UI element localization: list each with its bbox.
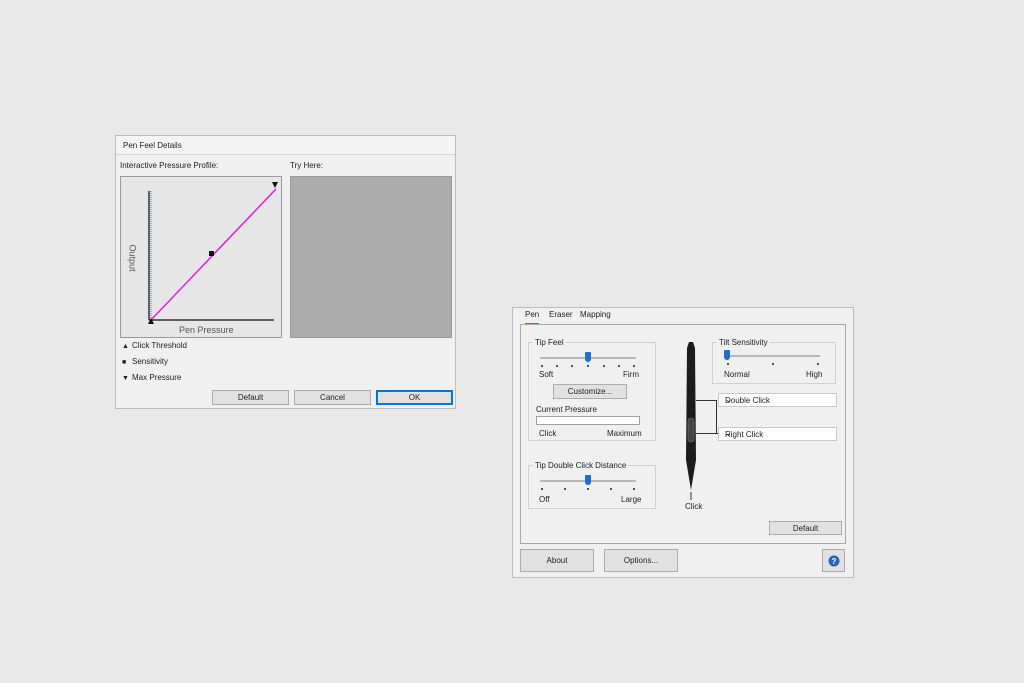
try-here-area[interactable] [290,176,452,338]
y-axis-label: Output [127,244,138,272]
chevron-down-icon: ⌄ [725,429,732,438]
slider-tick [727,363,729,365]
tilt-sensitivity-title: Tilt Sensitivity [717,338,770,347]
x-axis-label: Pen Pressure [179,325,234,335]
tab-pen[interactable]: Pen [525,310,540,325]
tip-double-click-title: Tip Double Click Distance [533,461,629,470]
default-button[interactable]: Default [212,390,289,405]
tip-feel-max-label: Firm [623,370,639,379]
slider-tick [571,365,573,367]
y-axis-label-wrap: Output [127,239,145,279]
legend-label: Sensitivity [132,357,169,366]
tilt-max-label: High [806,370,823,379]
pen-properties-window: Pen Eraser Mapping Tip Feel Soft Firm Cu… [512,307,854,578]
lower-button-leader [696,433,718,434]
try-here-label: Try Here: [290,161,324,170]
slider-tick [610,488,612,490]
slider-tick [772,363,774,365]
slider-tick [587,365,589,367]
customize-button[interactable]: Customize... [553,384,627,399]
tip-feel-slider-thumb[interactable] [585,352,591,362]
pressure-graph[interactable]: Output Pen Pressure [120,176,282,338]
tab-mapping[interactable]: Mapping [580,310,611,323]
cancel-button[interactable]: Cancel [294,390,371,405]
slider-tick [817,363,819,365]
legend-click-threshold: ▲ Click Threshold [122,341,187,350]
help-button[interactable]: ? [822,549,845,572]
double-click-min-label: Off [539,495,550,504]
pressure-curve-svg[interactable] [121,177,281,337]
sensitivity-handle[interactable] [209,251,214,256]
pen-settings-panel: Tip Feel Soft Firm Customize... Current … [520,324,846,544]
tilt-slider-track[interactable] [724,355,820,357]
triangle-up-icon: ▲ [122,343,129,350]
slider-tick [564,488,566,490]
slider-tick [633,488,635,490]
about-button[interactable]: About [520,549,594,572]
pressure-min-label: Click [539,429,557,438]
upper-button-leader-vertical [716,400,717,433]
tip-feel-group: Tip Feel Soft Firm Customize... Current … [528,338,656,441]
current-pressure-bar [536,416,640,425]
legend-label: Max Pressure [132,373,182,382]
slider-tick [556,365,558,367]
tab-eraser[interactable]: Eraser [549,310,573,323]
pressure-max-label: Maximum [607,429,642,438]
tip-double-click-group: Tip Double Click Distance Off Large [528,461,656,509]
slider-tick [541,488,543,490]
slider-tick [633,365,635,367]
default-button[interactable]: Default [769,521,842,535]
slider-tick [618,365,620,367]
dialog-title: Pen Feel Details [123,141,182,150]
triangle-down-icon: ▼ [122,375,129,382]
options-button[interactable]: Options... [604,549,678,572]
upper-button-dropdown[interactable]: Double Click ⌄ [718,393,837,407]
tip-feel-title: Tip Feel [533,338,566,347]
double-click-max-label: Large [621,495,642,504]
help-icon: ? [828,555,839,566]
slider-tick [541,365,543,367]
lower-button-dropdown[interactable]: Right Click ⌄ [718,427,837,441]
current-pressure-label: Current Pressure [536,405,597,414]
pen-feel-dialog: Pen Feel Details Interactive Pressure Pr… [115,135,456,409]
ok-button[interactable]: OK [376,390,453,405]
title-bar[interactable]: Pen Feel Details [116,136,455,155]
svg-text:?: ? [831,557,836,566]
tilt-slider-thumb[interactable] [724,350,730,360]
legend-sensitivity: ■ Sensitivity [122,357,168,366]
slider-tick [587,488,589,490]
legend-max-pressure: ▼ Max Pressure [122,373,181,382]
tip-feel-min-label: Soft [539,370,554,379]
tip-action-label: Click [685,502,703,511]
max-pressure-handle[interactable] [272,182,278,188]
chevron-down-icon: ⌄ [725,395,732,404]
legend-label: Click Threshold [132,341,187,350]
pen-illustration [686,342,696,500]
square-icon: ■ [122,359,127,366]
slider-tick [603,365,605,367]
pen-side-switch [687,417,695,443]
tilt-min-label: Normal [724,370,750,379]
pen-body [686,342,696,490]
tilt-sensitivity-group: Tilt Sensitivity Normal High [712,338,836,384]
upper-button-leader [696,400,716,401]
profile-label: Interactive Pressure Profile: [120,161,219,170]
double-click-slider-thumb[interactable] [585,475,591,485]
